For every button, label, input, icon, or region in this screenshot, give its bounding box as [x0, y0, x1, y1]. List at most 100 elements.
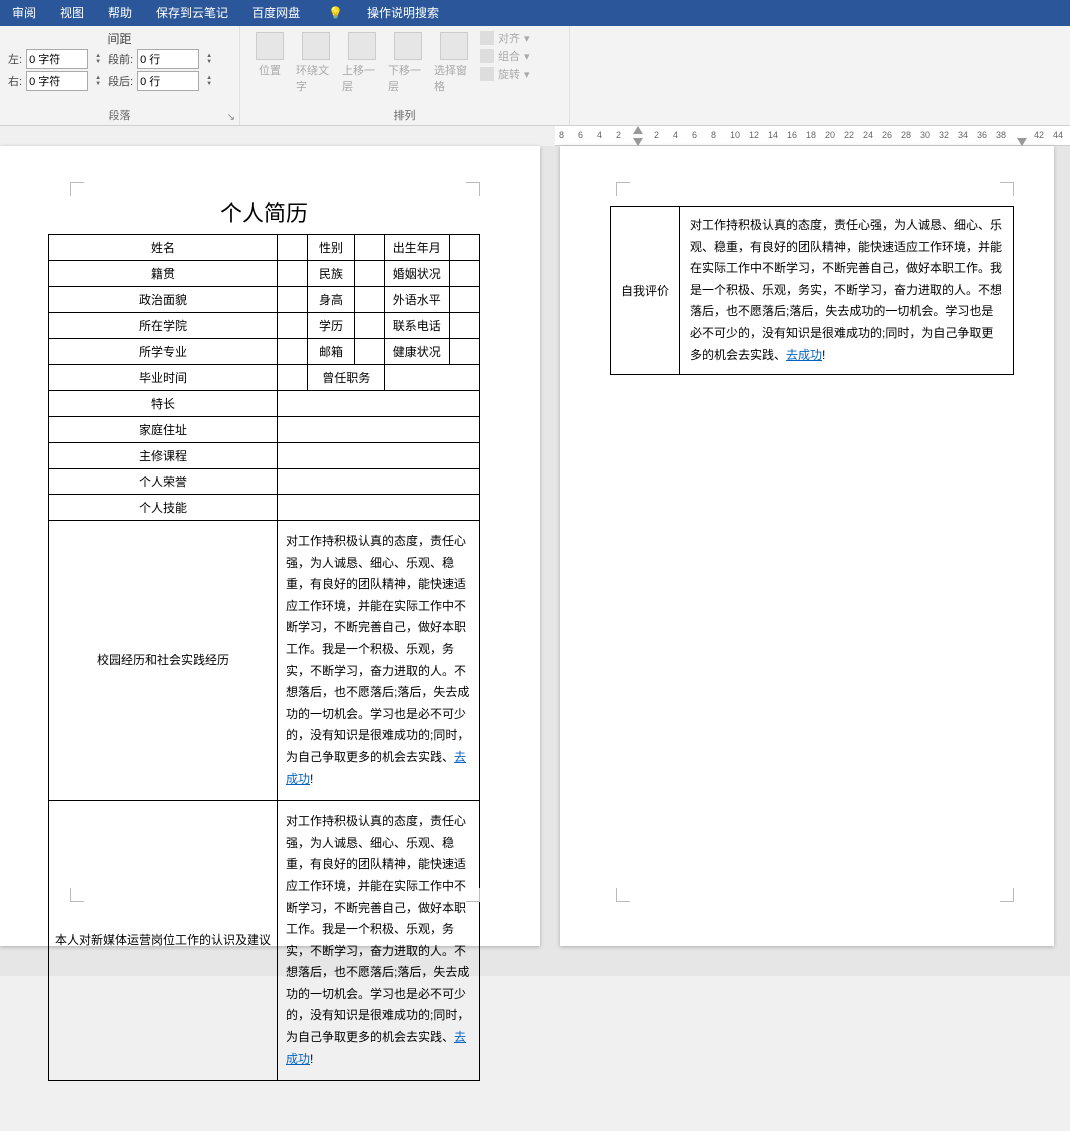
spacing-title: 间距 [8, 30, 231, 47]
tell-me-search[interactable]: 操作说明搜索 [355, 0, 451, 26]
crop-mark [466, 888, 480, 902]
rotate-button[interactable]: 旋转 ▾ [480, 66, 530, 82]
table-cell: 健康状况 [385, 339, 450, 365]
table-cell [449, 287, 479, 313]
table-cell [354, 235, 384, 261]
table-cell: 所学专业 [49, 339, 278, 365]
self-eval-table: 自我评价 对工作持积极认真的态度，责任心强，为人诚恳、细心、乐观、稳重，有良好的… [610, 206, 1014, 375]
ribbon: 间距 左: ▲▼ 段前: ▲▼ 右: ▲▼ 段后: ▲▼ 段落 ↘ [0, 26, 1070, 126]
indent-left-label: 左: [8, 51, 22, 67]
ribbon-group-paragraph: 间距 左: ▲▼ 段前: ▲▼ 右: ▲▼ 段后: ▲▼ 段落 ↘ [0, 26, 240, 125]
table-cell [278, 287, 308, 313]
spacing-after-input[interactable] [137, 71, 199, 91]
table-cell: 婚姻状况 [385, 261, 450, 287]
table-cell: 出生年月 [385, 235, 450, 261]
ruler-row: 8642246810121416182022242628303234363842… [0, 126, 1070, 146]
table-cell: 曾任职务 [308, 365, 385, 391]
horizontal-ruler[interactable]: 8642246810121416182022242628303234363842… [555, 126, 1070, 146]
menu-cloudnotes[interactable]: 保存到云笔记 [144, 0, 240, 26]
table-cell [278, 443, 480, 469]
table-cell [449, 339, 479, 365]
menu-review[interactable]: 审阅 [0, 0, 48, 26]
table-cell: 个人技能 [49, 495, 278, 521]
table-cell: 校园经历和社会实践经历 [49, 521, 278, 801]
document-canvas: 个人简历 姓名性别出生年月籍贯民族婚姻状况政治面貌身高外语水平所在学院学历联系电… [0, 146, 1070, 976]
paragraph-group-label: 段落 [0, 107, 239, 123]
table-cell [354, 287, 384, 313]
send-backward-button[interactable]: 下移一层 [386, 30, 430, 96]
table-cell: 民族 [308, 261, 354, 287]
align-button[interactable]: 对齐 ▾ [480, 30, 530, 46]
paragraph-dialog-launcher[interactable]: ↘ [227, 112, 235, 123]
rotate-icon [480, 67, 494, 81]
bring-forward-icon [348, 32, 376, 60]
indent-right-label: 右: [8, 73, 22, 89]
crop-mark [616, 182, 630, 196]
spacing-before-label: 段前: [108, 51, 133, 67]
crop-mark [616, 888, 630, 902]
menubar: 审阅 视图 帮助 保存到云笔记 百度网盘 💡 操作说明搜索 [0, 0, 1070, 26]
spinner-after[interactable]: ▲▼ [203, 75, 215, 87]
table-cell [354, 313, 384, 339]
table-cell [449, 313, 479, 339]
table-cell: 外语水平 [385, 287, 450, 313]
group-icon [480, 49, 494, 63]
position-icon [256, 32, 284, 60]
arrange-group-label: 排列 [240, 107, 569, 123]
table-cell: 个人荣誉 [49, 469, 278, 495]
table-cell: 联系电话 [385, 313, 450, 339]
table-cell [278, 417, 480, 443]
crop-mark [466, 182, 480, 196]
align-icon [480, 31, 494, 45]
doc-title: 个人简历 [48, 196, 480, 228]
selection-pane-button[interactable]: 选择窗格 [432, 30, 476, 96]
table-cell: 本人对新媒体运营岗位工作的认识及建议 [49, 801, 278, 1081]
page-1: 个人简历 姓名性别出生年月籍贯民族婚姻状况政治面貌身高外语水平所在学院学历联系电… [0, 146, 540, 946]
table-cell [278, 469, 480, 495]
eval-text: 对工作持积极认真的态度，责任心强，为人诚恳、细心、乐观、稳重，有良好的团队精神，… [680, 207, 1014, 375]
spacing-before-input[interactable] [137, 49, 199, 69]
bring-forward-button[interactable]: 上移一层 [340, 30, 384, 96]
table-cell [278, 391, 480, 417]
spinner-left[interactable]: ▲▼ [92, 53, 104, 65]
wrap-icon [302, 32, 330, 60]
table-cell: 政治面貌 [49, 287, 278, 313]
table-cell [449, 235, 479, 261]
crop-mark [1000, 888, 1014, 902]
table-cell [278, 495, 480, 521]
table-cell: 特长 [49, 391, 278, 417]
page-2: 自我评价 对工作持积极认真的态度，责任心强，为人诚恳、细心、乐观、稳重，有良好的… [560, 146, 1054, 946]
spinner-right[interactable]: ▲▼ [92, 75, 104, 87]
table-cell: 家庭住址 [49, 417, 278, 443]
menu-view[interactable]: 视图 [48, 0, 96, 26]
spacing-after-label: 段后: [108, 73, 133, 89]
table-cell [278, 235, 308, 261]
table-cell: 对工作持积极认真的态度，责任心强，为人诚恳、细心、乐观、稳重，有良好的团队精神，… [278, 521, 480, 801]
ribbon-group-arrange: 位置 环绕文字 上移一层 下移一层 选择窗格 对齐 ▾ 组合 ▾ 旋转 ▾ 排列 [240, 26, 570, 125]
table-cell: 主修课程 [49, 443, 278, 469]
spinner-before[interactable]: ▲▼ [203, 53, 215, 65]
table-cell [385, 365, 480, 391]
send-backward-icon [394, 32, 422, 60]
menu-help[interactable]: 帮助 [96, 0, 144, 26]
table-cell: 姓名 [49, 235, 278, 261]
table-cell [278, 313, 308, 339]
table-cell: 毕业时间 [49, 365, 278, 391]
crop-mark [70, 888, 84, 902]
table-cell: 籍贯 [49, 261, 278, 287]
lightbulb-icon: 💡 [316, 0, 355, 26]
table-cell [278, 261, 308, 287]
indent-right-input[interactable] [26, 71, 88, 91]
position-button[interactable]: 位置 [248, 30, 292, 80]
group-button[interactable]: 组合 ▾ [480, 48, 530, 64]
table-cell: 性别 [308, 235, 354, 261]
table-cell [278, 365, 308, 391]
crop-mark [1000, 182, 1014, 196]
indent-left-input[interactable] [26, 49, 88, 69]
table-cell [354, 261, 384, 287]
wrap-text-button[interactable]: 环绕文字 [294, 30, 338, 96]
table-cell: 对工作持积极认真的态度，责任心强，为人诚恳、细心、乐观、稳重，有良好的团队精神，… [278, 801, 480, 1081]
table-cell [278, 339, 308, 365]
menu-baidu[interactable]: 百度网盘 [240, 0, 312, 26]
table-cell: 身高 [308, 287, 354, 313]
